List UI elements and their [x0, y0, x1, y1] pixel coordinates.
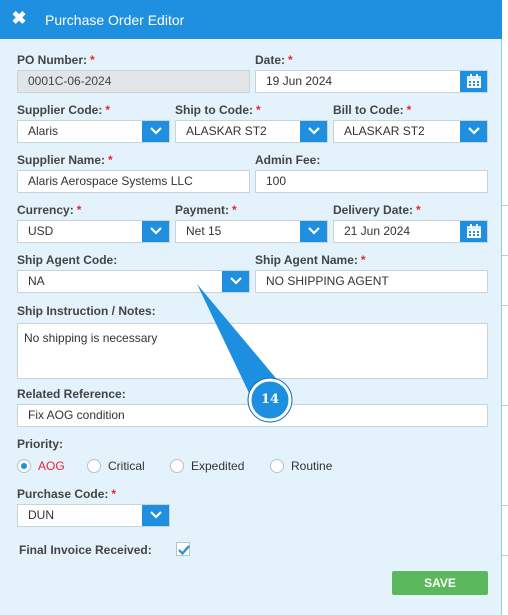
purchase-code-select[interactable]: DUN: [17, 504, 170, 527]
ship-instruction-label: Ship Instruction / Notes:: [17, 304, 156, 318]
ship-to-code-label: Ship to Code: *: [175, 103, 261, 117]
supplier-name-field[interactable]: Alaris Aerospace Systems LLC: [17, 170, 250, 193]
bill-to-code-label: Bill to Code: *: [333, 103, 412, 117]
purchase-order-dialog: ✖ Purchase Order Editor PO Number: * 0001…: [0, 0, 502, 615]
chevron-down-icon[interactable]: [142, 221, 169, 242]
ship-agent-code-value: NA: [28, 274, 45, 288]
priority-label: Priority:: [17, 437, 64, 451]
delivery-date-field[interactable]: 21 Jun 2024: [333, 220, 488, 243]
chevron-down-icon[interactable]: [142, 505, 169, 526]
delivery-date-label: Delivery Date: *: [333, 203, 421, 217]
calendar-icon[interactable]: [460, 71, 487, 92]
ship-agent-code-select[interactable]: NA: [17, 270, 250, 293]
priority-option-routine: Routine: [291, 459, 333, 473]
dialog-title: Purchase Order Editor: [45, 12, 185, 28]
related-reference-label: Related Reference:: [17, 387, 126, 401]
bill-to-code-select[interactable]: ALASKAR ST2: [333, 120, 488, 143]
priority-radio-expedited[interactable]: [170, 459, 184, 473]
delivery-date-value: 21 Jun 2024: [344, 224, 411, 238]
supplier-code-label: Supplier Code: *: [17, 103, 111, 117]
chevron-down-icon[interactable]: [300, 121, 327, 142]
purchase-code-value: DUN: [28, 508, 54, 522]
final-invoice-label: Final Invoice Received:: [19, 543, 152, 557]
payment-label: Payment: *: [175, 203, 237, 217]
currency-label: Currency: *: [17, 203, 82, 217]
ship-agent-name-label: Ship Agent Name: *: [255, 253, 366, 267]
purchase-code-label: Purchase Code: *: [17, 487, 117, 501]
priority-radio-aog[interactable]: [17, 459, 31, 473]
payment-value: Net 15: [186, 224, 222, 238]
ship-to-code-value: ALASKAR ST2: [186, 124, 267, 138]
supplier-code-value: Alaris: [28, 124, 59, 138]
priority-radio-critical[interactable]: [87, 459, 101, 473]
date-label: Date: *: [255, 53, 293, 67]
currency-select[interactable]: USD: [17, 220, 170, 243]
admin-fee-label: Admin Fee:: [255, 153, 321, 167]
priority-option-critical: Critical: [108, 459, 145, 473]
supplier-code-select[interactable]: Alaris: [17, 120, 170, 143]
priority-option-aog: AOG: [38, 459, 65, 473]
title-bar: ✖ Purchase Order Editor: [0, 0, 502, 39]
date-field[interactable]: 19 Jun 2024: [255, 70, 488, 93]
currency-value: USD: [28, 224, 54, 238]
admin-fee-field[interactable]: 100: [255, 170, 488, 193]
final-invoice-checkbox[interactable]: [176, 542, 190, 556]
chevron-down-icon[interactable]: [142, 121, 169, 142]
step-number: 14: [260, 392, 280, 407]
supplier-name-label: Supplier Name: *: [17, 153, 113, 167]
ship-agent-name-field[interactable]: NO SHIPPING AGENT: [255, 270, 488, 293]
priority-option-expedited: Expedited: [191, 459, 245, 473]
bill-to-code-value: ALASKAR ST2: [344, 124, 425, 138]
calendar-icon[interactable]: [460, 221, 487, 242]
close-icon[interactable]: ✖: [10, 9, 28, 27]
ship-agent-code-label: Ship Agent Code:: [17, 253, 118, 267]
po-number-label: PO Number: *: [17, 53, 95, 67]
priority-radio-routine[interactable]: [270, 459, 284, 473]
po-number-field: 0001C-06-2024: [17, 70, 250, 93]
chevron-down-icon[interactable]: [300, 221, 327, 242]
ship-instruction-textarea[interactable]: No shipping is necessary: [17, 323, 488, 379]
chevron-down-icon[interactable]: [460, 121, 487, 142]
chevron-down-icon[interactable]: [222, 271, 249, 292]
payment-select[interactable]: Net 15: [175, 220, 328, 243]
save-button[interactable]: SAVE: [392, 571, 488, 595]
ship-to-code-select[interactable]: ALASKAR ST2: [175, 120, 328, 143]
scroll-strip: [502, 0, 508, 615]
date-value: 19 Jun 2024: [266, 74, 333, 88]
